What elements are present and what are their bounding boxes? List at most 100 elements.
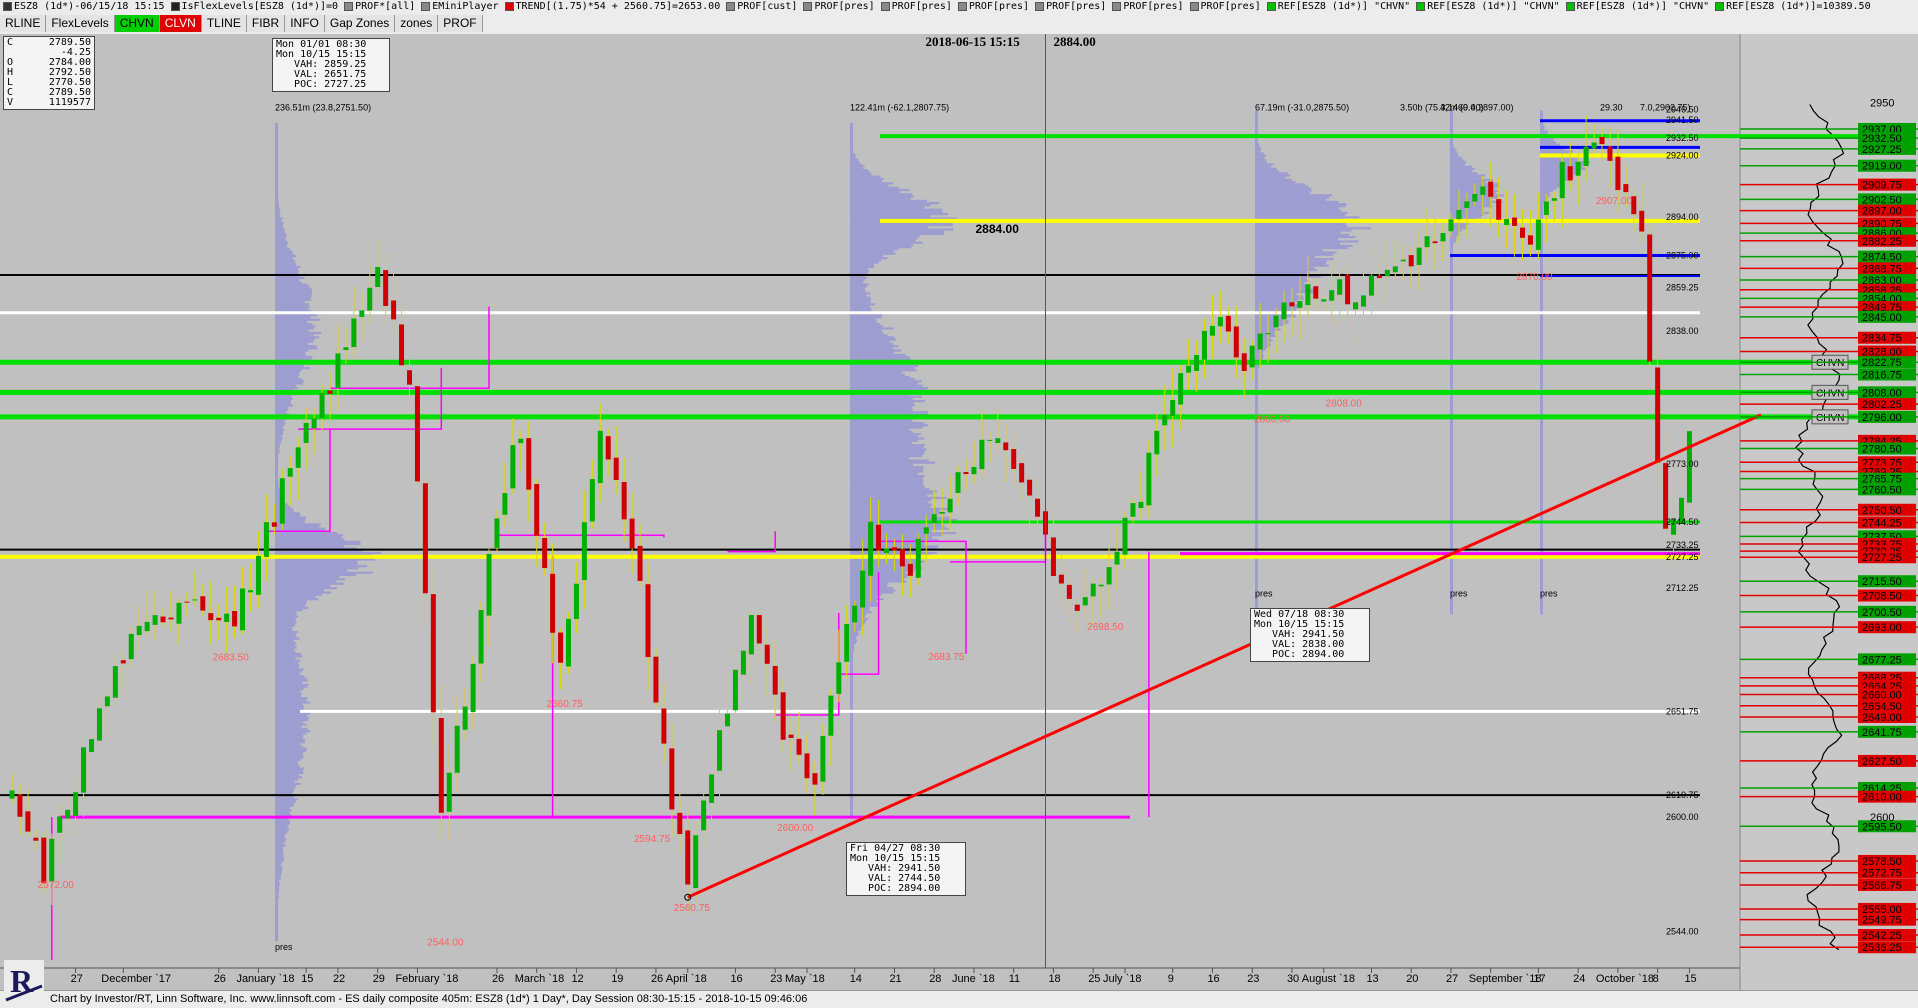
legend-item[interactable]: PROF[pres] xyxy=(955,1,1032,12)
profile-row xyxy=(275,844,286,847)
profile-row xyxy=(275,802,295,805)
profile-row xyxy=(1540,123,1544,126)
profile-row xyxy=(850,637,857,640)
profile-row xyxy=(275,738,306,742)
candle-body xyxy=(1567,166,1573,181)
right-price-label: 2822.75 xyxy=(1862,357,1902,369)
candle-body xyxy=(605,436,611,460)
profile-row xyxy=(275,604,305,607)
legend-item[interactable]: REF[ESZ8 (1d*)] "CHVN" xyxy=(1264,1,1413,12)
candle-body xyxy=(1058,574,1064,584)
toolbar-button-fibr[interactable]: FIBR xyxy=(246,15,286,32)
candle-body xyxy=(1257,333,1263,350)
candle-body xyxy=(1241,353,1247,371)
candle-body xyxy=(160,616,166,623)
swing-label: 2683.75 xyxy=(928,652,965,663)
candle-body xyxy=(1066,584,1072,599)
profile-row xyxy=(275,646,297,649)
legend-swatch-icon xyxy=(170,1,180,11)
profile-row xyxy=(1450,172,1478,175)
legend-item[interactable]: ESZ8 (1d*)-06/15/18 15:15 xyxy=(0,1,168,12)
profile-row xyxy=(1255,383,1258,386)
profile-row xyxy=(275,193,278,196)
legend-item[interactable]: TREND[(1.75)*54 + 2560.75]=2653.00 xyxy=(502,1,724,12)
profile-row xyxy=(1255,117,1258,120)
profile-row xyxy=(1450,128,1453,131)
profile-row xyxy=(1450,341,1453,344)
profile-row xyxy=(275,782,301,786)
toolbar-button-flexlevels[interactable]: FlexLevels xyxy=(46,15,115,32)
profile-row xyxy=(1540,125,1545,129)
candle-body xyxy=(836,662,842,694)
profile-row xyxy=(1540,400,1543,404)
toolbar-button-info[interactable]: INFO xyxy=(285,15,325,32)
profile-row xyxy=(275,835,285,838)
toolbar-button-chvn[interactable]: CHVN xyxy=(114,15,160,32)
candle-body xyxy=(1496,199,1502,220)
profile-row xyxy=(850,142,853,145)
profile-row xyxy=(1450,510,1453,514)
legend-item[interactable]: PROF[cust] xyxy=(723,1,800,12)
profile-row xyxy=(275,144,278,148)
profile-row xyxy=(275,807,290,810)
profile-row xyxy=(850,435,918,438)
level-price-label: 2733.25 xyxy=(1666,540,1699,550)
profile-row xyxy=(1450,482,1453,485)
candle-body xyxy=(1472,194,1478,202)
profile-row xyxy=(275,785,296,788)
profile-row xyxy=(1540,251,1543,254)
profile-row xyxy=(1450,583,1453,586)
candle-body xyxy=(899,549,905,567)
toolbar-button-gap-zones[interactable]: Gap Zones xyxy=(324,15,396,32)
legend-item[interactable]: EMiniPlayer xyxy=(418,1,501,12)
legend-item[interactable]: PROF[pres] xyxy=(1109,1,1186,12)
candle-body xyxy=(1376,275,1382,279)
candle-body xyxy=(1480,186,1486,195)
profile-row xyxy=(1450,266,1453,269)
profile-row xyxy=(1255,598,1258,602)
profile-row xyxy=(275,127,278,130)
legend-item[interactable]: PROF*[all] xyxy=(341,1,418,12)
profile-row xyxy=(850,239,916,242)
profile-row xyxy=(275,257,293,260)
profile-row xyxy=(850,582,888,585)
profile-row xyxy=(850,688,853,691)
candle-body xyxy=(144,621,150,632)
profile-row xyxy=(1255,255,1316,258)
profile-row xyxy=(275,345,317,348)
profile-row xyxy=(275,254,297,258)
profile-row xyxy=(1255,112,1258,115)
profile-row xyxy=(275,329,309,332)
profile-row xyxy=(850,404,915,407)
right-price-label: 2654.50 xyxy=(1862,701,1902,713)
candle-body xyxy=(271,522,277,527)
legend-item[interactable]: PROF[pres] xyxy=(800,1,877,12)
x-tick-label: 17 xyxy=(1533,973,1545,985)
legend-item[interactable]: IsFlexLevels[ESZ8 (1d*)]=0 xyxy=(168,1,342,12)
toolbar-button-clvn[interactable]: CLVN xyxy=(159,15,202,32)
toolbar-button-tline[interactable]: TLINE xyxy=(201,15,247,32)
toolbar-button-zones[interactable]: zones xyxy=(395,15,439,32)
legend-item[interactable]: PROF[pres] xyxy=(878,1,955,12)
legend-item[interactable]: PROF[pres] xyxy=(1032,1,1109,12)
x-tick-label: 22 xyxy=(333,973,345,985)
legend-item[interactable]: REF[ESZ8 (1d*)] "CHVN" xyxy=(1413,1,1562,12)
legend-item[interactable]: REF[ESZ8 (1d*)]=10389.50 xyxy=(1712,1,1874,12)
profile-row xyxy=(275,188,278,192)
legend-item[interactable]: REF[ESZ8 (1d*)] "CHVN" xyxy=(1563,1,1712,12)
profile-row xyxy=(1540,257,1543,261)
profile-row xyxy=(1540,328,1543,331)
profile-row xyxy=(1255,238,1339,241)
profile-row xyxy=(1450,334,1453,338)
profile-row xyxy=(275,789,295,792)
legend-item[interactable]: PROF[pres] xyxy=(1187,1,1264,12)
profile-row xyxy=(850,406,912,409)
profile-row xyxy=(850,452,924,456)
toolbar-button-rline[interactable]: RLINE xyxy=(0,15,47,32)
profile-row xyxy=(275,829,289,832)
toolbar-button-prof[interactable]: PROF xyxy=(438,15,483,32)
profile-row xyxy=(850,536,933,539)
candle-body xyxy=(1647,234,1653,362)
profile-row xyxy=(1540,187,1557,190)
profile-row xyxy=(275,450,280,453)
